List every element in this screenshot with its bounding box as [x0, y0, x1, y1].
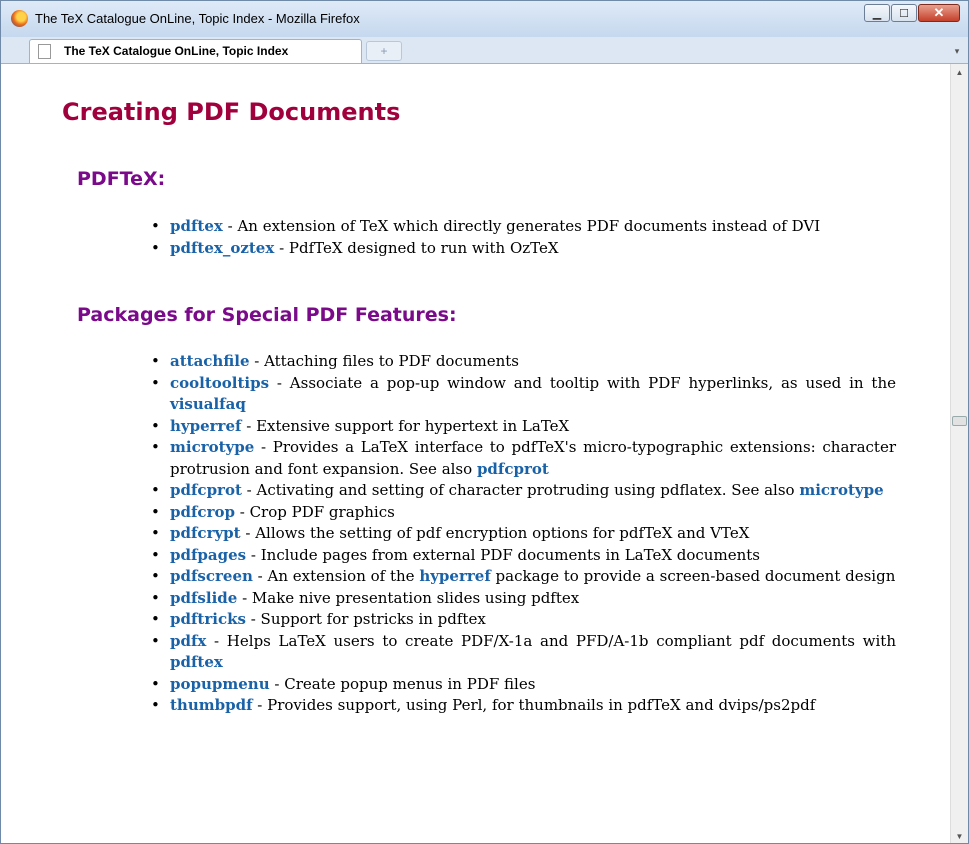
package-link[interactable]: hyperref — [170, 417, 241, 435]
package-description: - Include pages from external PDF docume… — [246, 545, 760, 564]
package-link[interactable]: pdftricks — [170, 610, 246, 628]
section-heading-special-features: Packages for Special PDF Features: — [77, 304, 457, 326]
list-item: pdftricks - Support for pstricks in pdft… — [151, 609, 896, 631]
window-controls: ▁ ☐ ✕ — [863, 4, 960, 22]
title-bar[interactable]: The TeX Catalogue OnLine, Topic Index - … — [1, 1, 968, 37]
window-title: The TeX Catalogue OnLine, Topic Index - … — [35, 11, 360, 26]
scroll-up-icon[interactable]: ▲ — [951, 64, 968, 81]
package-link[interactable]: pdftex_oztex — [170, 239, 274, 257]
page-content: Creating PDF Documents PDFTeX: pdftex - … — [1, 64, 952, 843]
package-description: - An extension of the — [252, 567, 420, 585]
maximize-button[interactable]: ☐ — [891, 4, 917, 22]
package-link[interactable]: pdfcprot — [170, 481, 242, 499]
list-item: pdfpages - Include pages from external P… — [151, 545, 896, 567]
package-link[interactable]: pdftex — [170, 217, 223, 235]
list-item: popupmenu - Create popup menus in PDF fi… — [151, 674, 896, 696]
package-description: - PdfTeX designed to run with OzTeX — [274, 238, 559, 257]
browser-window: The TeX Catalogue OnLine, Topic Index - … — [0, 0, 969, 844]
package-description: - Activating and setting of character pr… — [241, 481, 800, 499]
package-description: - Crop PDF graphics — [234, 502, 395, 521]
special-features-list: attachfile - Attaching files to PDF docu… — [151, 351, 896, 717]
package-description: - Helps LaTeX users to create PDF/X-1a a… — [206, 631, 896, 650]
list-item: microtype - Provides a LaTeX interface t… — [151, 437, 896, 480]
package-description: - Make nive presentation slides using pd… — [237, 588, 580, 607]
package-description: - Support for pstricks in pdftex — [245, 610, 486, 628]
related-link[interactable]: pdftex — [170, 653, 223, 671]
minimize-button[interactable]: ▁ — [864, 4, 890, 22]
tab-topic-index[interactable]: The TeX Catalogue OnLine, Topic Index — [29, 39, 362, 63]
section-heading-pdftex: PDFTeX: — [77, 168, 166, 190]
package-link[interactable]: thumbpdf — [170, 696, 253, 714]
tab-list-button[interactable]: ▾ — [949, 41, 965, 61]
list-item: hyperref - Extensive support for hyperte… — [151, 416, 896, 438]
package-description: - Associate a pop-up window and tooltip … — [269, 373, 896, 392]
page-heading: Creating PDF Documents — [62, 98, 401, 126]
tab-bar: The TeX Catalogue OnLine, Topic Index + … — [1, 37, 968, 64]
page-icon — [38, 44, 51, 59]
list-item: thumbpdf - Provides support, using Perl,… — [151, 695, 896, 717]
scroll-down-icon[interactable]: ▼ — [951, 828, 968, 843]
package-link[interactable]: pdfpages — [170, 546, 246, 564]
package-description: - Provides support, using Perl, for thum… — [252, 696, 816, 714]
related-link[interactable]: microtype — [799, 481, 883, 499]
new-tab-button[interactable]: + — [366, 41, 402, 61]
package-link[interactable]: pdfscreen — [170, 567, 253, 585]
pdftex-list: pdftex - An extension of TeX which direc… — [151, 216, 896, 259]
package-description: - Create popup menus in PDF files — [269, 674, 536, 693]
list-item: pdfscreen - An extension of the hyperref… — [151, 566, 896, 588]
related-link[interactable]: hyperref — [419, 567, 490, 585]
package-link[interactable]: pdfcrypt — [170, 524, 241, 542]
list-item: pdfx - Helps LaTeX users to create PDF/X… — [151, 631, 896, 674]
firefox-icon — [11, 10, 28, 27]
scroll-thumb[interactable] — [952, 416, 967, 426]
package-link[interactable]: popupmenu — [170, 675, 270, 693]
list-item: attachfile - Attaching files to PDF docu… — [151, 351, 896, 373]
list-item: pdftex_oztex - PdfTeX designed to run wi… — [151, 238, 896, 260]
list-item: cooltooltips - Associate a pop-up window… — [151, 373, 896, 416]
package-description: - An extension of TeX which directly gen… — [222, 217, 821, 235]
package-link[interactable]: pdfslide — [170, 589, 237, 607]
package-description: - Allows the setting of pdf encryption o… — [240, 524, 750, 542]
list-item: pdftex - An extension of TeX which direc… — [151, 216, 896, 238]
list-item: pdfcprot - Activating and setting of cha… — [151, 480, 896, 502]
package-link[interactable]: attachfile — [170, 352, 249, 370]
related-link[interactable]: pdfcprot — [477, 460, 549, 478]
package-link[interactable]: pdfx — [170, 632, 206, 650]
package-description: - Extensive support for hypertext in LaT… — [241, 416, 570, 435]
list-item: pdfcrypt - Allows the setting of pdf enc… — [151, 523, 896, 545]
package-description-cont: package to provide a screen-based docume… — [490, 567, 896, 585]
close-button[interactable]: ✕ — [918, 4, 960, 22]
related-link[interactable]: visualfaq — [170, 395, 246, 413]
list-item: pdfslide - Make nive presentation slides… — [151, 588, 896, 610]
package-link[interactable]: microtype — [170, 438, 254, 456]
package-link[interactable]: cooltooltips — [170, 374, 269, 392]
tab-label: The TeX Catalogue OnLine, Topic Index — [64, 44, 289, 58]
package-description: - Attaching files to PDF documents — [249, 352, 519, 370]
vertical-scrollbar[interactable]: ▲ ▼ — [950, 64, 968, 843]
list-item: pdfcrop - Crop PDF graphics — [151, 502, 896, 524]
package-link[interactable]: pdfcrop — [170, 503, 235, 521]
